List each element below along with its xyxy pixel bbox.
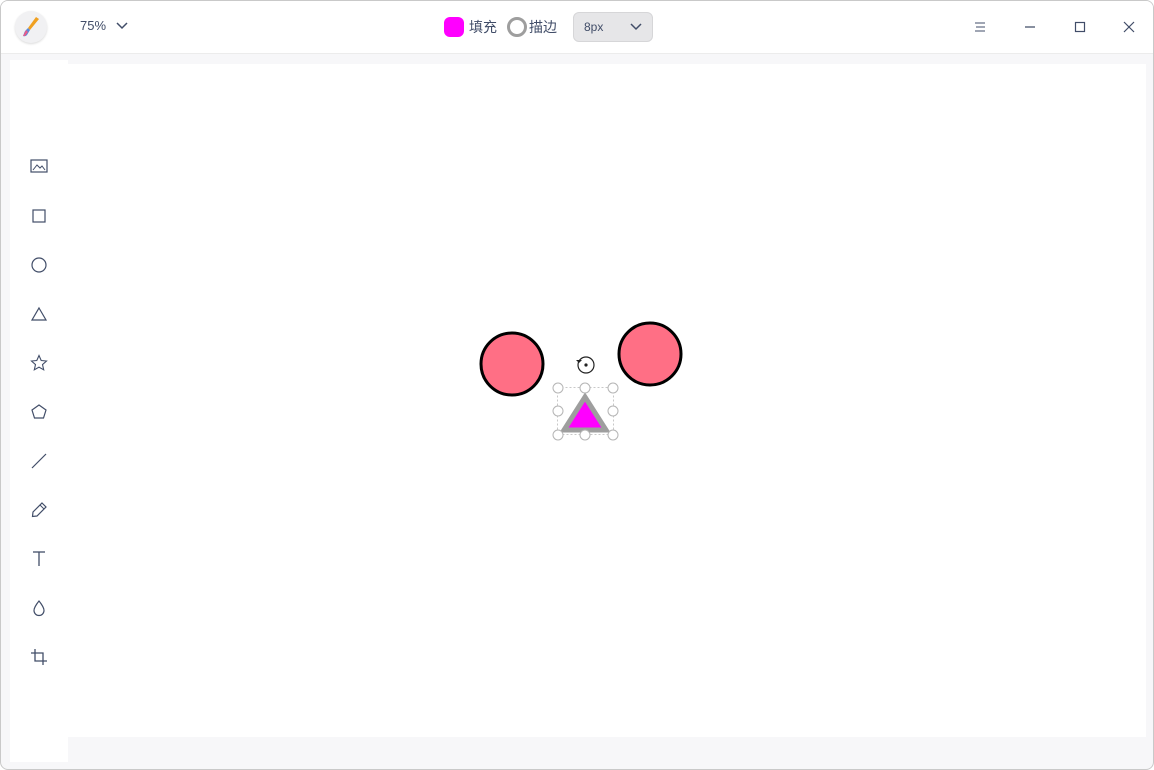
minimize-button[interactable] (1016, 13, 1044, 41)
maximize-button[interactable] (1066, 13, 1094, 41)
fill-swatch (444, 17, 464, 37)
ellipse-icon (31, 257, 47, 273)
image-icon (30, 159, 48, 173)
rotate-handle-icon[interactable] (576, 356, 595, 374)
crop-icon (31, 649, 47, 665)
resize-handle (607, 405, 619, 417)
app-window: 75% 填充 描边 8px (0, 0, 1154, 770)
tool-star[interactable] (22, 346, 56, 380)
resize-handle (607, 429, 619, 441)
fill-label: 填充 (469, 19, 497, 35)
pencil-icon (31, 502, 47, 518)
tool-image[interactable] (22, 149, 56, 183)
star-icon (30, 354, 48, 371)
zoom-dropdown[interactable]: 75% (80, 18, 128, 33)
title-bar: 75% 填充 描边 8px (1, 1, 1153, 54)
text-icon (33, 551, 45, 566)
triangle-shape[interactable] (559, 392, 611, 433)
resize-handle (552, 405, 564, 417)
app-logo-icon (15, 11, 47, 43)
zoom-value: 75% (80, 18, 107, 33)
menu-icon (975, 22, 985, 32)
close-button[interactable] (1115, 13, 1143, 41)
resize-handle (579, 429, 591, 441)
tool-rectangle[interactable] (22, 199, 56, 233)
circle-shape-left[interactable] (479, 331, 545, 397)
stroke-color-picker[interactable]: 描边 (507, 17, 557, 37)
blur-icon (33, 600, 45, 617)
tool-crop[interactable] (22, 640, 56, 674)
rectangle-icon (32, 209, 46, 223)
tool-sidebar (10, 60, 68, 762)
resize-handle (579, 382, 591, 394)
tool-polygon[interactable] (22, 395, 56, 429)
stroke-width-value: 8px (584, 20, 604, 34)
triangle-icon (30, 306, 48, 321)
tool-line[interactable] (22, 444, 56, 478)
tool-pencil[interactable] (22, 493, 56, 527)
line-icon (31, 453, 47, 469)
drawing-canvas[interactable] (68, 64, 1146, 737)
stroke-swatch (507, 17, 527, 37)
chevron-down-icon (116, 21, 128, 29)
tool-ellipse[interactable] (22, 248, 56, 282)
chevron-down-icon (630, 23, 642, 31)
canvas-svg (479, 321, 683, 441)
polygon-icon (31, 404, 47, 419)
resize-handle (552, 429, 564, 441)
tool-text[interactable] (22, 542, 56, 576)
circle-shape-right[interactable] (617, 321, 683, 387)
minimize-icon (1025, 26, 1035, 28)
tool-triangle[interactable] (22, 297, 56, 331)
fill-color-picker[interactable]: 填充 (444, 17, 497, 37)
tool-blur[interactable] (22, 591, 56, 625)
close-icon (1123, 21, 1135, 33)
resize-handle (607, 382, 619, 394)
stroke-width-select[interactable]: 8px (573, 12, 653, 42)
menu-button[interactable] (966, 13, 994, 41)
stroke-label: 描边 (529, 19, 557, 35)
resize-handle (552, 382, 564, 394)
maximize-icon (1074, 21, 1086, 33)
